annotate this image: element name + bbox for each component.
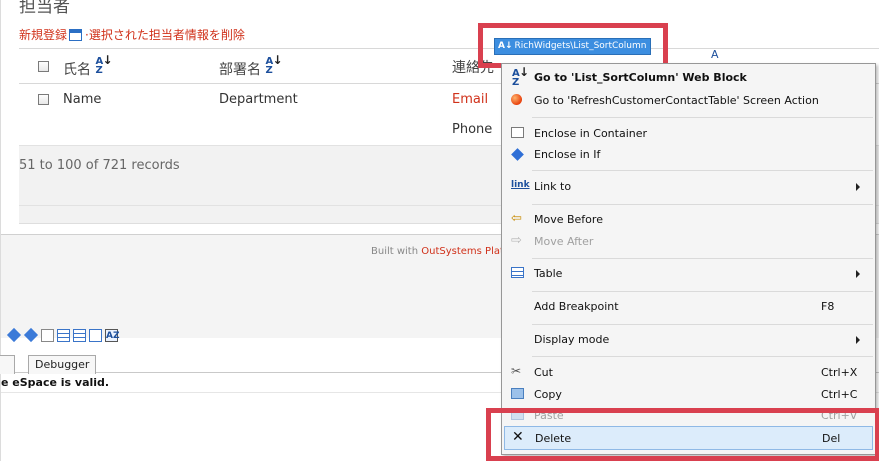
menu-item-goto-webblock[interactable]: A Z ↓ Go to 'List_SortColumn' Web Block [504,66,873,90]
select-all-checkbox[interactable] [38,61,49,72]
tab-debugger[interactable]: Debugger [28,355,97,374]
if-widget-icon-2[interactable] [23,327,39,343]
selected-widget-chip[interactable]: A↓ RichWidgets\List_SortColumn [494,38,652,55]
menu-label: Cut [534,366,553,379]
window-icon [69,28,83,41]
menu-label: Copy [534,388,562,401]
menu-item-enclose-if[interactable]: Enclose in If [504,143,873,167]
menu-label: Move Before [534,213,603,226]
menu-separator [532,356,873,357]
panel-widget-icon[interactable] [89,328,102,342]
menu-shortcut: Ctrl+X [821,366,858,379]
built-with-text: Built with OutSystems Plat [371,246,504,257]
menu-label: Paste [534,409,564,422]
scissors-icon: ✂ [511,364,522,378]
submenu-arrow-icon [856,183,860,191]
diamond-icon [511,148,524,161]
table-icon [511,267,524,278]
records-counter: 51 to 100 of 721 records [19,158,180,173]
section-title: 担当者 [19,0,70,17]
menu-separator [532,258,873,259]
menu-label: Move After [534,235,594,248]
tab-truncated[interactable] [0,355,15,374]
header-contact-label: 連絡先 [452,60,494,76]
menu-item-table[interactable]: Table [504,262,873,286]
context-menu: A Z ↓ Go to 'List_SortColumn' Web Block Go… [501,63,876,455]
menu-item-add-breakpoint[interactable]: Add Breakpoint F8 [504,295,873,319]
list-widget-icon[interactable] [73,328,86,342]
widget-toolbar: AZ [6,326,120,344]
arrow-left-icon: ⇦ [511,211,522,226]
if-widget-icon[interactable] [6,327,22,343]
table-records-widget-icon[interactable] [57,328,70,342]
menu-shortcut: Del [822,432,841,445]
menu-label: Enclose in If [534,148,601,161]
validation-message: e eSpace is valid. [1,376,110,389]
delete-selected-link[interactable]: 選択された担当者情報を削除 [89,26,245,43]
header-name-label: 氏名 [63,62,91,78]
copy-icon [511,388,524,399]
sort-az-icon[interactable]: AZ [105,328,120,342]
header-name[interactable]: 氏名 A Z ↓ [63,54,113,79]
built-with-brand-link[interactable]: OutSystems Plat [421,246,504,257]
menu-item-move-after: ⇨ Move After [504,230,873,254]
menu-separator [532,291,873,292]
menu-item-delete[interactable]: ✕ Delete Del [504,426,873,450]
menu-separator [532,170,873,171]
submenu-arrow-icon [856,336,860,344]
row-checkbox[interactable] [38,94,49,105]
menu-label: Table [534,267,563,280]
sort-az-icon: A Z ↓ [512,65,530,88]
menu-separator [532,204,873,205]
built-with-label: Built with [371,246,422,257]
delete-x-icon: ✕ [512,429,524,445]
menu-label: Display mode [534,333,610,346]
menu-label: Add Breakpoint [534,300,619,313]
cell-phone: Phone [452,122,493,137]
cell-email[interactable]: Email [452,92,488,107]
menu-item-cut[interactable]: ✂ Cut Ctrl+X [504,361,873,385]
menu-separator [532,117,873,118]
designer-canvas: 担当者 新規登録 · 選択された担当者情報を削除 氏名 A Z ↓ 部署名 A Z ↓ … [0,0,879,461]
cell-department: Department [219,92,298,107]
link-icon: link [511,180,530,190]
menu-separator [532,324,873,325]
menu-shortcut: F8 [821,300,835,313]
menu-item-link-to[interactable]: link Link to [504,175,873,199]
submenu-arrow-icon [856,270,860,278]
menu-item-display-mode[interactable]: Display mode [504,328,873,352]
actions-row: 新規登録 · 選択された担当者情報を削除 [19,26,245,43]
orb-icon [511,94,522,105]
container-widget-icon[interactable] [41,328,54,342]
arrow-right-icon: ⇨ [511,233,522,248]
menu-item-move-before[interactable]: ⇦ Move Before [504,208,873,232]
menu-shortcut: Ctrl+C [821,388,858,401]
header-department-label: 部署名 [219,62,261,78]
menu-label: Enclose in Container [534,127,648,140]
header-partial-sort[interactable]: A [711,48,719,61]
sort-az-icon: A↓ [498,41,513,51]
cell-name: Name [63,92,102,107]
sort-az-icon[interactable]: A Z ↓ [265,54,282,76]
menu-label: Link to [534,180,572,193]
menu-shortcut: Ctrl+V [821,409,858,422]
header-department[interactable]: 部署名 A Z ↓ [219,54,283,79]
menu-item-goto-action[interactable]: Go to 'RefreshCustomerContactTable' Scre… [504,89,873,113]
paste-icon [511,409,524,420]
menu-label: Go to 'List_SortColumn' Web Block [534,71,747,84]
menu-label: Go to 'RefreshCustomerContactTable' Scre… [534,94,819,107]
new-registration-link[interactable]: 新規登録 [19,26,67,43]
container-icon [511,127,524,138]
menu-item-paste: Paste Ctrl+V [504,404,873,428]
header-contact[interactable]: 連絡先 [452,57,494,77]
sort-az-icon[interactable]: A Z ↓ [95,54,112,76]
menu-label: Delete [535,432,572,445]
selected-widget-label: RichWidgets\List_SortColumn [514,41,647,51]
